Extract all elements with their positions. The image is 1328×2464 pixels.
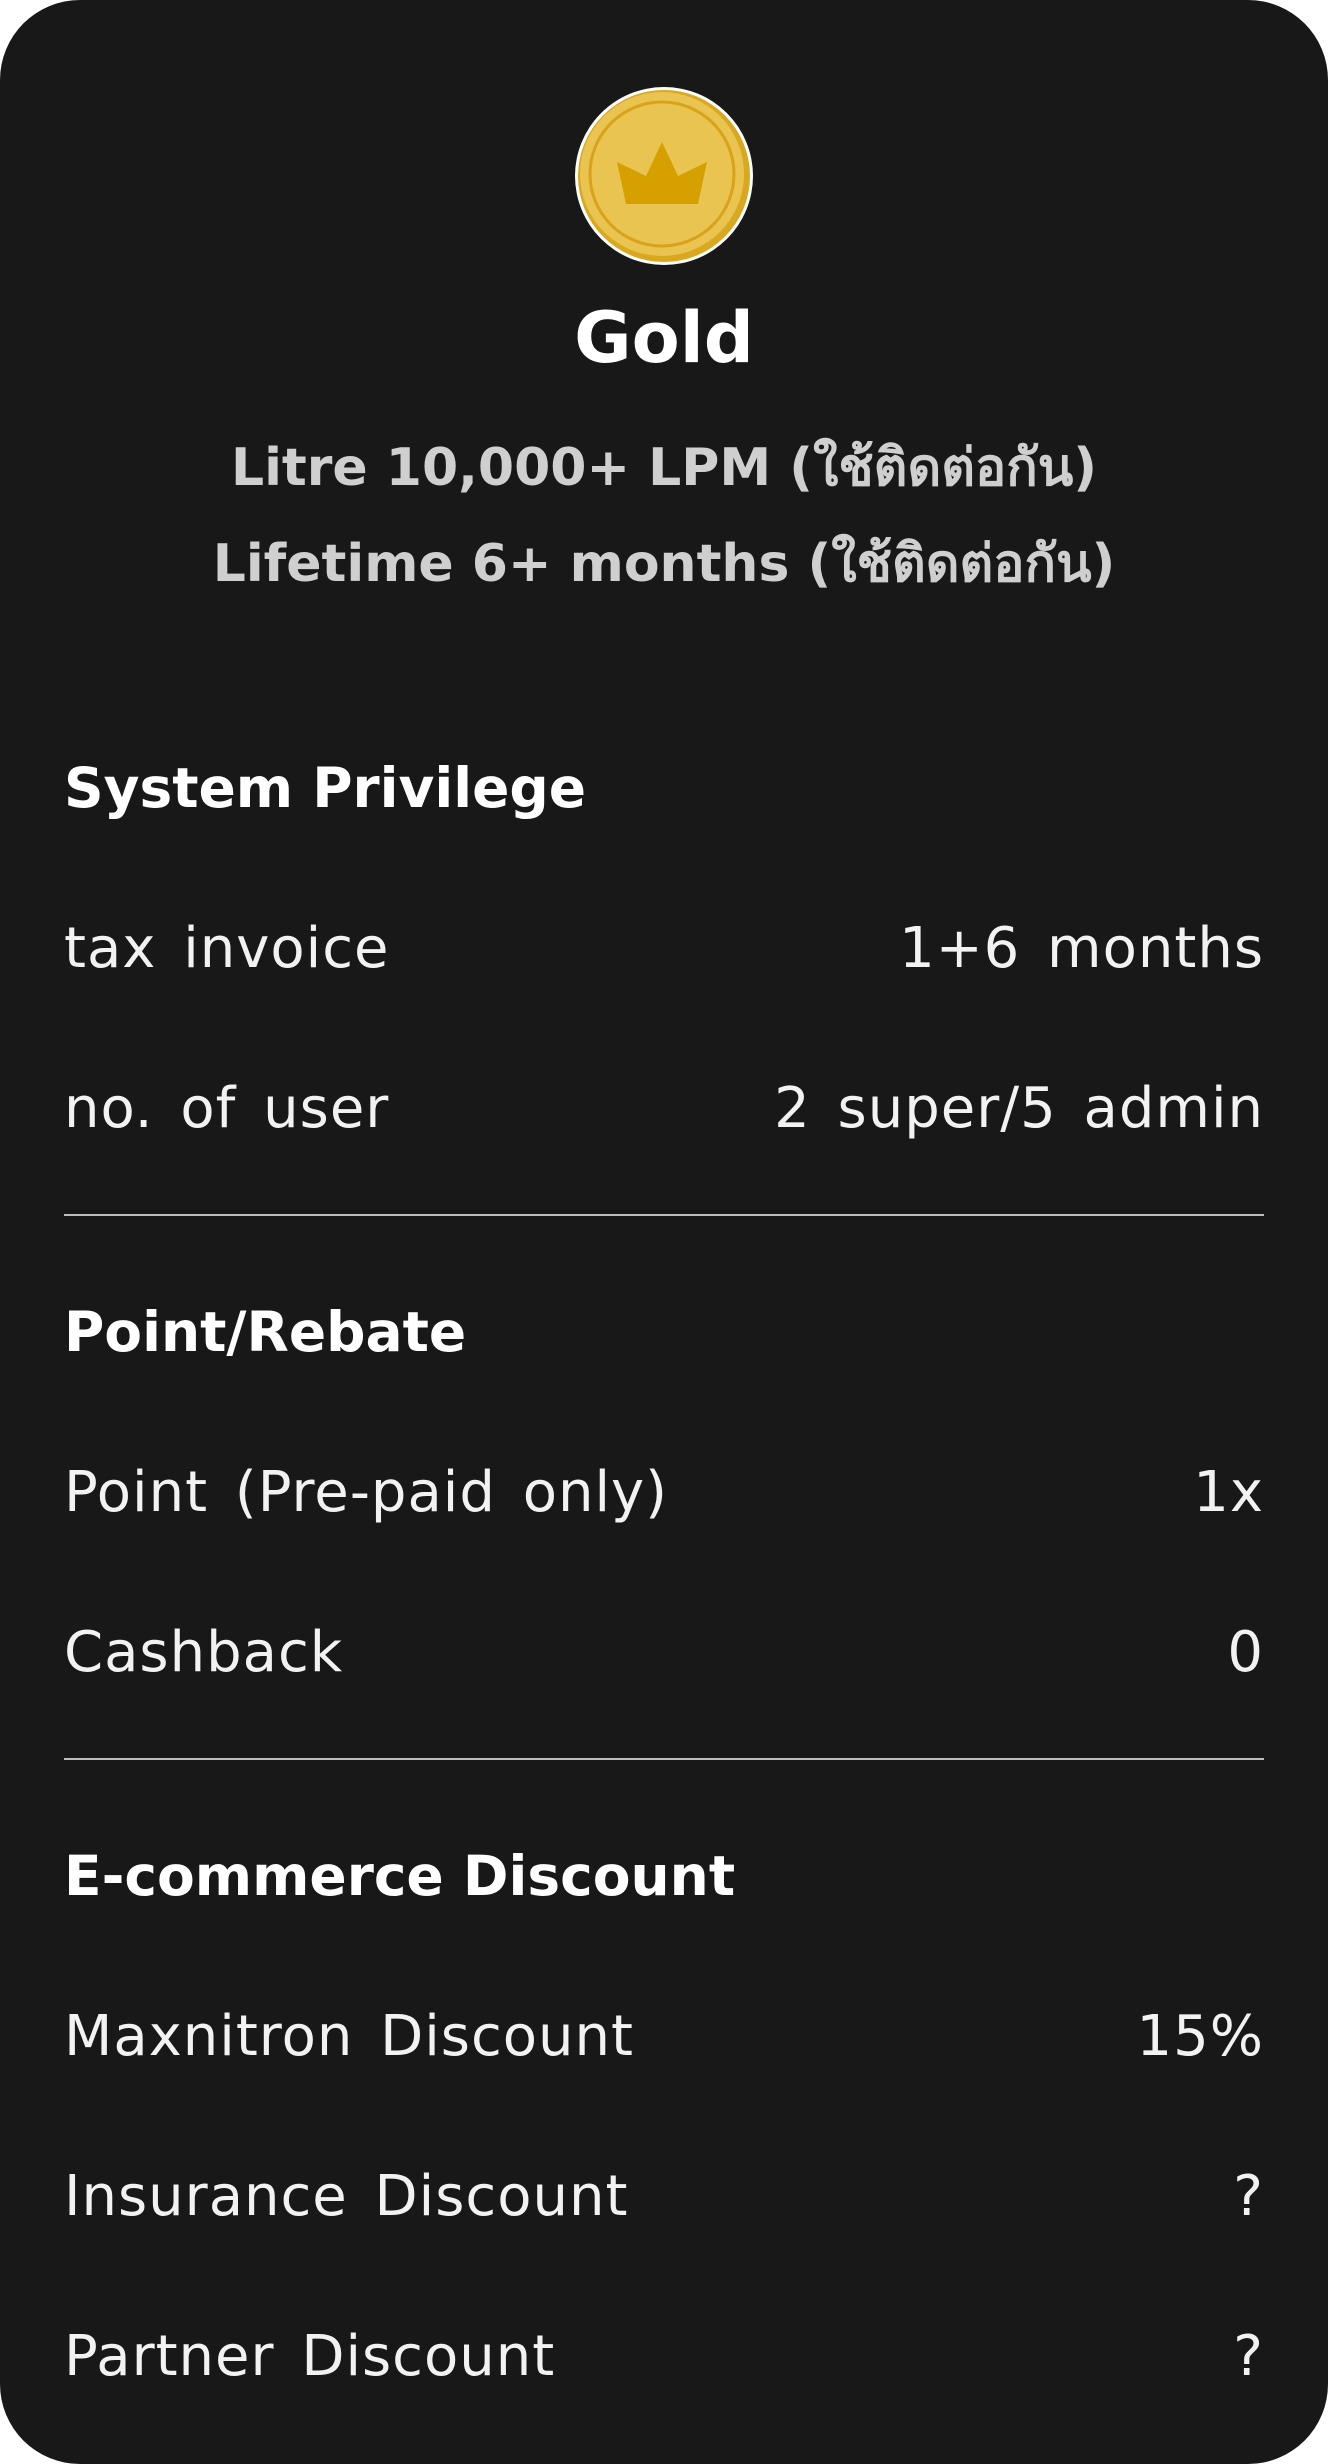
row-value: 0: [1227, 1619, 1264, 1685]
row-value: 1x: [1193, 1459, 1264, 1525]
requirement-lifetime: Lifetime 6+ months (ใช้ติดต่อกัน): [212, 534, 1116, 594]
list-item: Cashback 0: [64, 1607, 1264, 1697]
row-label: Maxnitron Discount: [64, 2003, 634, 2069]
list-item: Point (Pre-paid only) 1x: [64, 1447, 1264, 1537]
requirement-litre: Litre 10,000+ LPM (ใช้ติดต่อกัน): [230, 438, 1098, 498]
row-value: ?: [1233, 2323, 1264, 2389]
row-value: ?: [1233, 2163, 1264, 2229]
list-item: no. of user 2 super/5 admin: [64, 1063, 1264, 1153]
tier-name: Gold: [574, 297, 754, 379]
row-value: 1+6 months: [899, 915, 1264, 981]
row-label: Cashback: [64, 1619, 344, 1685]
row-label: no. of user: [64, 1075, 390, 1141]
crown-medal-icon: [575, 87, 753, 265]
divider: [64, 1758, 1264, 1760]
list-item: Partner Discount ?: [64, 2311, 1264, 2401]
list-item: Maxnitron Discount 15%: [64, 1991, 1264, 2081]
tier-card: Gold Litre 10,000+ LPM (ใช้ติดต่อกัน) Li…: [0, 0, 1328, 2464]
row-label: tax invoice: [64, 915, 390, 981]
row-label: Insurance Discount: [64, 2163, 629, 2229]
section-title-point-rebate: Point/Rebate: [64, 1300, 467, 1364]
section-title-system-privilege: System Privilege: [64, 756, 587, 820]
row-value: 2 super/5 admin: [774, 1075, 1264, 1141]
list-item: Insurance Discount ?: [64, 2151, 1264, 2241]
row-label: Point (Pre-paid only): [64, 1459, 668, 1525]
row-label: Partner Discount: [64, 2323, 556, 2389]
row-value: 15%: [1136, 2003, 1264, 2069]
list-item: tax invoice 1+6 months: [64, 903, 1264, 993]
section-title-ecommerce-discount: E-commerce Discount: [64, 1844, 736, 1908]
divider: [64, 1214, 1264, 1216]
